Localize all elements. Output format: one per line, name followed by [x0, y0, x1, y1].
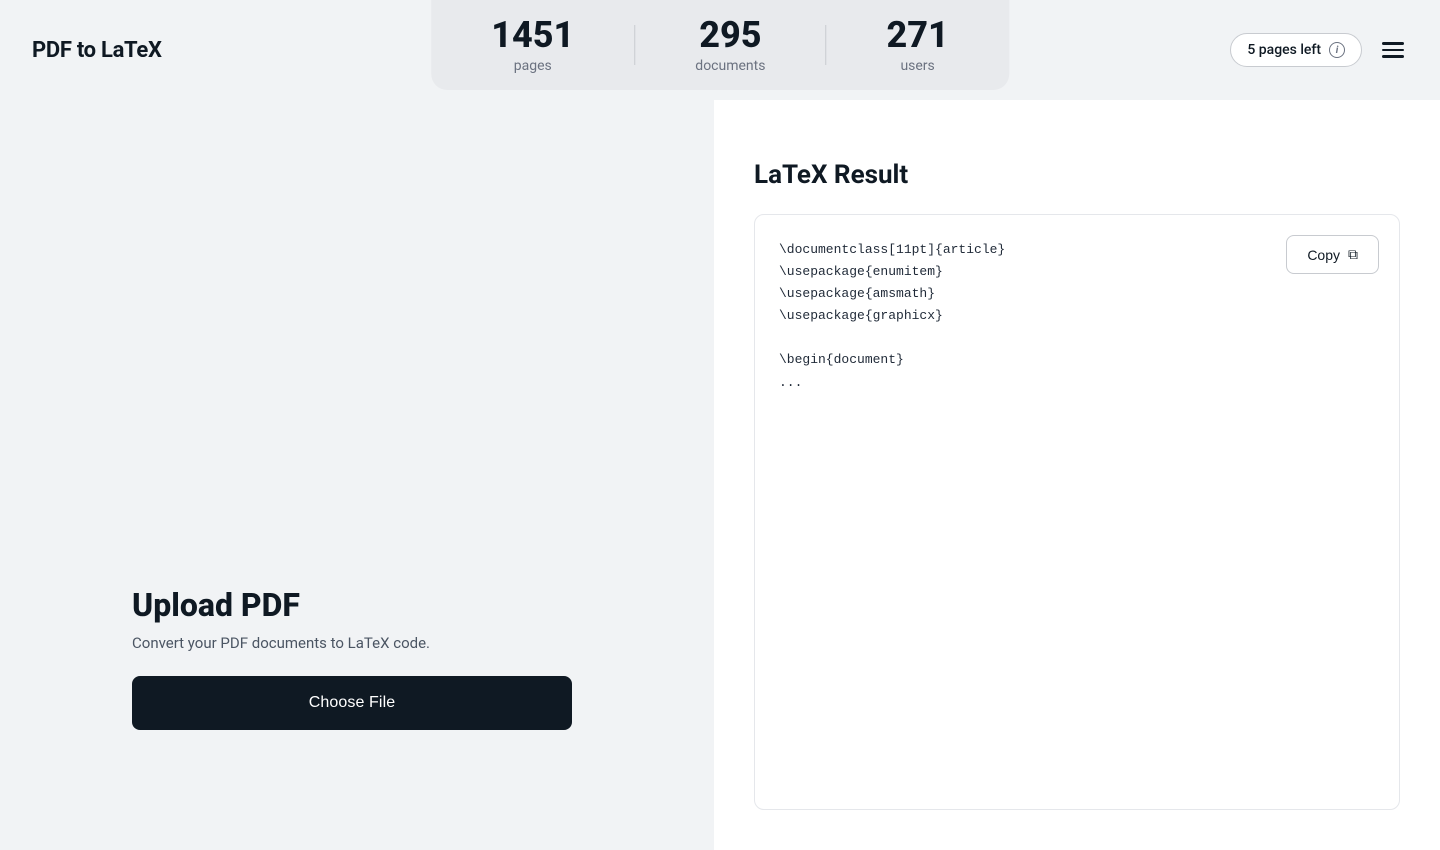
copy-button-label: Copy: [1307, 247, 1340, 263]
stat-documents-label: documents: [695, 58, 765, 74]
stat-documents-number: 295: [699, 16, 761, 56]
stat-documents: 295 documents: [695, 16, 765, 74]
stat-users: 271 users: [886, 16, 948, 74]
stat-pages-label: pages: [514, 58, 552, 74]
stat-divider-1: [634, 25, 635, 65]
right-panel: LaTeX Result \documentclass[11pt]{articl…: [714, 100, 1440, 850]
copy-icon: ⧉: [1348, 246, 1358, 263]
copy-button[interactable]: Copy ⧉: [1286, 235, 1379, 274]
stat-users-number: 271: [886, 16, 948, 56]
latex-code-output: \documentclass[11pt]{article} \usepackag…: [779, 239, 1375, 785]
stat-pages-number: 1451: [491, 16, 574, 56]
logo: PDF to LaTeX: [32, 38, 162, 63]
pages-left-text: 5 pages left: [1247, 42, 1321, 58]
result-title: LaTeX Result: [754, 160, 1400, 190]
upload-subtitle: Convert your PDF documents to LaTeX code…: [132, 634, 430, 652]
info-icon[interactable]: i: [1329, 42, 1345, 58]
upload-title: Upload PDF: [132, 586, 300, 624]
stats-bar: 1451 pages 295 documents 271 users: [431, 0, 1009, 90]
left-panel: Upload PDF Convert your PDF documents to…: [0, 100, 714, 850]
header-right: 5 pages left i: [1230, 33, 1408, 67]
hamburger-menu-icon[interactable]: [1378, 38, 1408, 62]
result-box: \documentclass[11pt]{article} \usepackag…: [754, 214, 1400, 810]
header: PDF to LaTeX 1451 pages 295 documents 27…: [0, 0, 1440, 100]
pages-left-badge[interactable]: 5 pages left i: [1230, 33, 1362, 67]
main-layout: Upload PDF Convert your PDF documents to…: [0, 100, 1440, 850]
choose-file-button[interactable]: Choose File: [132, 676, 572, 730]
stat-pages: 1451 pages: [491, 16, 574, 74]
stat-divider-2: [825, 25, 826, 65]
stat-users-label: users: [900, 58, 934, 74]
